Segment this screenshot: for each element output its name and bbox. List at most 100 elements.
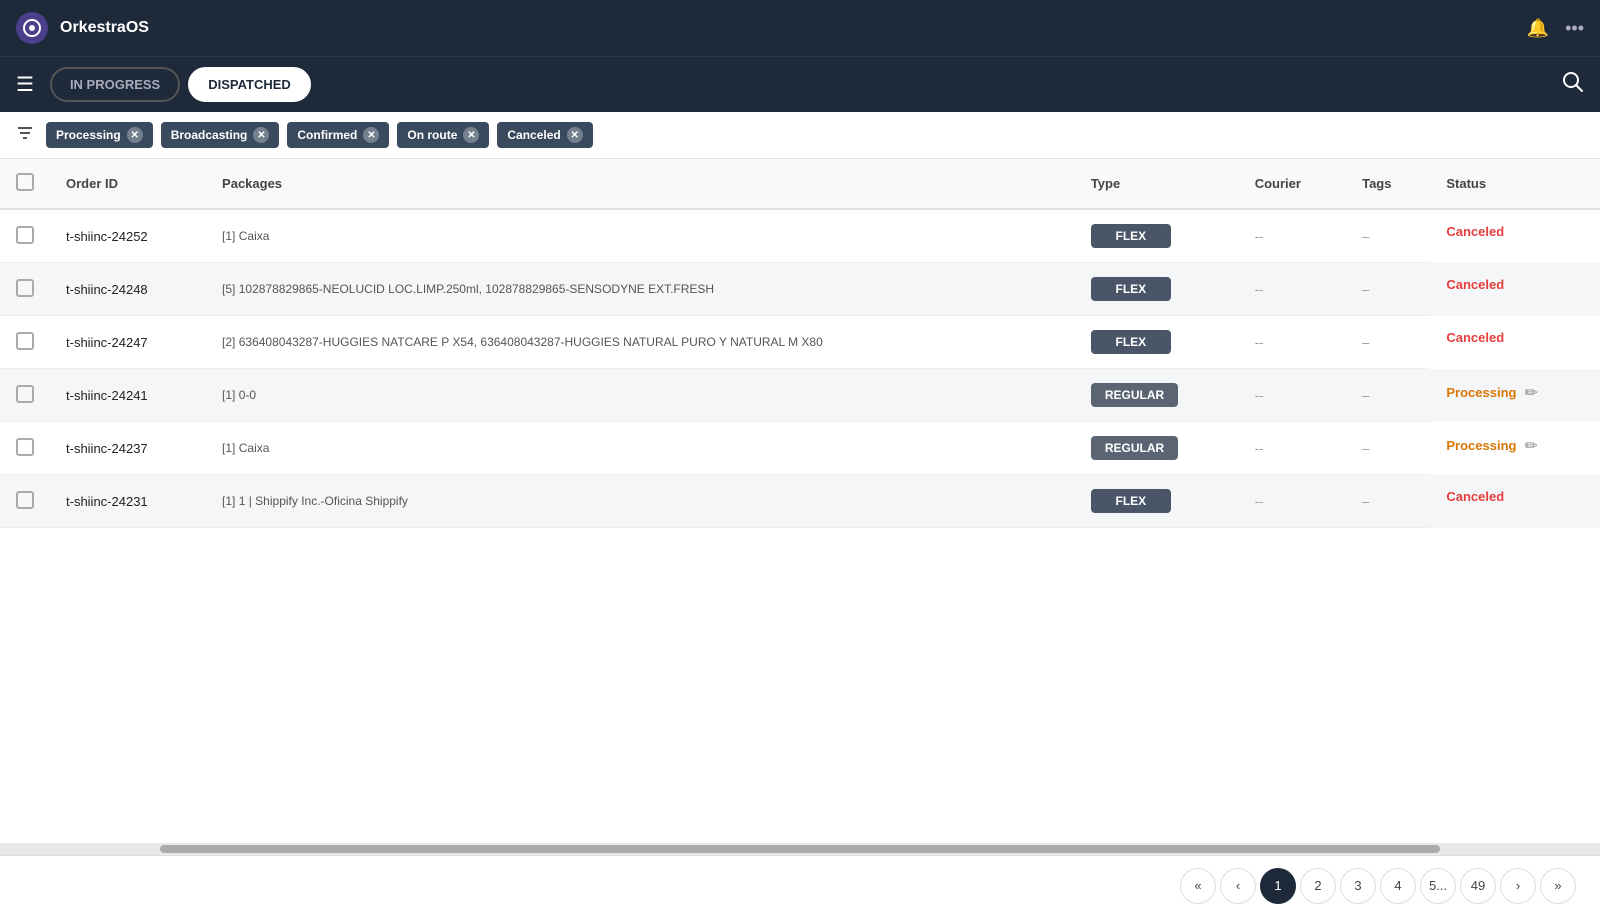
filter-tag-on-route[interactable]: On route ✕ [397, 122, 489, 148]
row-packages: [1] 0-0 [206, 369, 1075, 422]
table-row: t-shiinc-24252 [1] Caixa FLEX -- – Cance… [0, 209, 1600, 263]
row-type: FLEX [1075, 316, 1239, 369]
header-type: Type [1075, 159, 1239, 209]
row-type: REGULAR [1075, 422, 1239, 475]
row-packages: [1] Caixa [206, 422, 1075, 475]
row-checkbox[interactable] [16, 385, 34, 403]
row-type: FLEX [1075, 263, 1239, 316]
filter-tag-broadcasting[interactable]: Broadcasting ✕ [161, 122, 280, 148]
row-checkbox[interactable] [16, 491, 34, 509]
row-courier: -- [1239, 263, 1346, 316]
header-order-id: Order ID [50, 159, 206, 209]
row-tags: – [1346, 369, 1430, 422]
row-checkbox-cell [0, 422, 50, 475]
row-order-id: t-shiinc-24237 [50, 422, 206, 475]
more-options-icon[interactable]: ••• [1565, 18, 1584, 39]
filter-tag-broadcasting-label: Broadcasting [171, 128, 248, 142]
app-header: OrkestraOS 🔔 ••• [0, 0, 1600, 56]
bell-icon[interactable]: 🔔 [1527, 18, 1549, 39]
row-checkbox-cell [0, 369, 50, 422]
row-checkbox-cell [0, 263, 50, 316]
row-status: Canceled [1430, 210, 1600, 253]
row-courier: -- [1239, 369, 1346, 422]
search-icon[interactable] [1562, 71, 1584, 99]
row-type: REGULAR [1075, 369, 1239, 422]
page-49-button[interactable]: 49 [1460, 868, 1496, 904]
app-title: OrkestraOS [60, 19, 149, 37]
row-courier: -- [1239, 422, 1346, 475]
row-checkbox[interactable] [16, 332, 34, 350]
scrollbar-thumb[interactable] [160, 845, 1440, 853]
row-order-id: t-shiinc-24247 [50, 316, 206, 369]
page-ellipsis-button[interactable]: 5... [1420, 868, 1456, 904]
row-order-id: t-shiinc-24241 [50, 369, 206, 422]
orders-table-container: Order ID Packages Type Courier Tags Stat… [0, 159, 1600, 843]
pagination-bar: « ‹ 1 2 3 4 5... 49 › » [0, 855, 1600, 915]
row-tags: – [1346, 422, 1430, 475]
filter-tag-broadcasting-close[interactable]: ✕ [253, 127, 269, 143]
header-left: OrkestraOS [16, 12, 149, 44]
row-status: Canceled [1430, 475, 1600, 518]
page-4-button[interactable]: 4 [1380, 868, 1416, 904]
row-checkbox[interactable] [16, 279, 34, 297]
horizontal-scrollbar[interactable] [0, 843, 1600, 855]
row-checkbox-cell [0, 475, 50, 528]
table-row: t-shiinc-24248 [5] 102878829865-NEOLUCID… [0, 263, 1600, 316]
row-checkbox[interactable] [16, 438, 34, 456]
row-courier: -- [1239, 209, 1346, 263]
filter-tag-processing-close[interactable]: ✕ [127, 127, 143, 143]
filter-tag-canceled-label: Canceled [507, 128, 560, 142]
filter-tag-processing[interactable]: Processing ✕ [46, 122, 153, 148]
row-packages: [2] 636408043287-HUGGIES NATCARE P X54, … [206, 316, 1075, 369]
row-type: FLEX [1075, 209, 1239, 263]
header-packages: Packages [206, 159, 1075, 209]
tab-dispatched[interactable]: DISPATCHED [188, 67, 311, 102]
tab-in-progress[interactable]: IN PROGRESS [50, 67, 180, 102]
row-tags: – [1346, 475, 1430, 528]
prev-page-button[interactable]: ‹ [1220, 868, 1256, 904]
edit-icon[interactable]: ✏ [1524, 383, 1537, 403]
table-row: t-shiinc-24231 [1] 1 | Shippify Inc.-Ofi… [0, 475, 1600, 528]
edit-icon[interactable]: ✏ [1524, 436, 1537, 456]
filter-tag-confirmed-label: Confirmed [297, 128, 357, 142]
next-page-button[interactable]: › [1500, 868, 1536, 904]
filter-tag-canceled-close[interactable]: ✕ [567, 127, 583, 143]
header-status: Status [1430, 159, 1600, 209]
table-row: t-shiinc-24237 [1] Caixa REGULAR -- – Pr… [0, 422, 1600, 475]
row-status: Canceled [1430, 263, 1600, 306]
page-3-button[interactable]: 3 [1340, 868, 1376, 904]
table-row: t-shiinc-24247 [2] 636408043287-HUGGIES … [0, 316, 1600, 369]
filter-icon[interactable] [16, 124, 34, 147]
page-2-button[interactable]: 2 [1300, 868, 1336, 904]
row-checkbox-cell [0, 209, 50, 263]
row-tags: – [1346, 263, 1430, 316]
row-courier: -- [1239, 475, 1346, 528]
row-status: Canceled [1430, 316, 1600, 359]
last-page-button[interactable]: » [1540, 868, 1576, 904]
header-tags: Tags [1346, 159, 1430, 209]
hamburger-menu-icon[interactable]: ☰ [16, 72, 34, 97]
select-all-checkbox[interactable] [16, 173, 34, 191]
row-status: Processing ✏ [1430, 369, 1600, 417]
row-order-id: t-shiinc-24248 [50, 263, 206, 316]
header-checkbox-cell [0, 159, 50, 209]
row-courier: -- [1239, 316, 1346, 369]
filter-tag-on-route-close[interactable]: ✕ [463, 127, 479, 143]
first-page-button[interactable]: « [1180, 868, 1216, 904]
row-checkbox[interactable] [16, 226, 34, 244]
filter-tag-confirmed-close[interactable]: ✕ [363, 127, 379, 143]
orders-table: Order ID Packages Type Courier Tags Stat… [0, 159, 1600, 528]
row-order-id: t-shiinc-24231 [50, 475, 206, 528]
page-1-button[interactable]: 1 [1260, 868, 1296, 904]
table-header-row: Order ID Packages Type Courier Tags Stat… [0, 159, 1600, 209]
header-courier: Courier [1239, 159, 1346, 209]
row-packages: [1] 1 | Shippify Inc.-Oficina Shippify [206, 475, 1075, 528]
main-toolbar: ☰ IN PROGRESS DISPATCHED [0, 56, 1600, 112]
row-checkbox-cell [0, 316, 50, 369]
table-row: t-shiinc-24241 [1] 0-0 REGULAR -- – Proc… [0, 369, 1600, 422]
filter-tag-canceled[interactable]: Canceled ✕ [497, 122, 592, 148]
row-status: Processing ✏ [1430, 422, 1600, 470]
row-tags: – [1346, 316, 1430, 369]
row-type: FLEX [1075, 475, 1239, 528]
filter-tag-confirmed[interactable]: Confirmed ✕ [287, 122, 389, 148]
